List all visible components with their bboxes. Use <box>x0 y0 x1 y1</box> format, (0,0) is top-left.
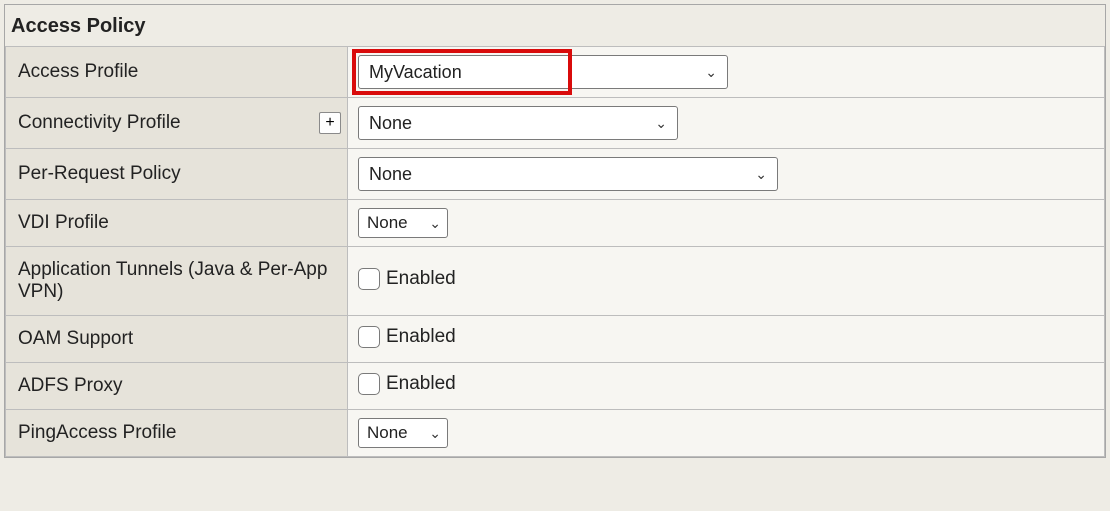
cell-oam: Enabled <box>348 316 1105 363</box>
access-profile-select[interactable]: MyVacation ⌄ <box>358 55 728 89</box>
pingaccess-value: None <box>367 423 408 443</box>
cell-app-tunnels: Enabled <box>348 247 1105 316</box>
add-connectivity-button[interactable]: + <box>319 112 341 134</box>
label-adfs: ADFS Proxy <box>6 363 348 410</box>
connectivity-profile-select[interactable]: None ⌄ <box>358 106 678 140</box>
app-tunnels-check-label: Enabled <box>386 268 456 290</box>
row-per-request-policy: Per-Request Policy None ⌄ <box>6 149 1105 200</box>
row-app-tunnels: Application Tunnels (Java & Per-App VPN)… <box>6 247 1105 316</box>
cell-per-request: None ⌄ <box>348 149 1105 200</box>
chevron-down-icon: ⌄ <box>429 425 441 442</box>
label-oam: OAM Support <box>6 316 348 363</box>
vdi-profile-value: None <box>367 213 408 233</box>
pingaccess-select[interactable]: None ⌄ <box>358 418 448 448</box>
oam-checkbox[interactable] <box>358 326 380 348</box>
row-oam-support: OAM Support Enabled <box>6 316 1105 363</box>
cell-connectivity: None ⌄ <box>348 98 1105 149</box>
cell-vdi: None ⌄ <box>348 200 1105 247</box>
oam-check-label: Enabled <box>386 326 456 348</box>
chevron-down-icon: ⌄ <box>755 166 767 183</box>
cell-pingaccess: None ⌄ <box>348 410 1105 457</box>
row-vdi-profile: VDI Profile None ⌄ <box>6 200 1105 247</box>
per-request-select[interactable]: None ⌄ <box>358 157 778 191</box>
chevron-down-icon: ⌄ <box>705 64 717 81</box>
settings-table: Access Profile MyVacation ⌄ Connectivity… <box>5 46 1105 457</box>
row-adfs-proxy: ADFS Proxy Enabled <box>6 363 1105 410</box>
per-request-value: None <box>369 164 412 185</box>
label-access-profile: Access Profile <box>6 47 348 98</box>
adfs-check-label: Enabled <box>386 373 456 395</box>
cell-adfs: Enabled <box>348 363 1105 410</box>
label-app-tunnels: Application Tunnels (Java & Per-App VPN) <box>6 247 348 316</box>
cell-access-profile: MyVacation ⌄ <box>348 47 1105 98</box>
panel-title: Access Policy <box>5 5 1105 46</box>
app-tunnels-checkbox[interactable] <box>358 268 380 290</box>
label-connectivity-profile: Connectivity Profile + <box>6 98 348 149</box>
row-access-profile: Access Profile MyVacation ⌄ <box>6 47 1105 98</box>
adfs-checkbox[interactable] <box>358 373 380 395</box>
chevron-down-icon: ⌄ <box>429 215 441 232</box>
row-pingaccess-profile: PingAccess Profile None ⌄ <box>6 410 1105 457</box>
label-vdi: VDI Profile <box>6 200 348 247</box>
label-connectivity-text: Connectivity Profile <box>18 112 181 133</box>
access-policy-panel: Access Policy Access Profile MyVacation … <box>4 4 1106 458</box>
access-profile-value: MyVacation <box>369 62 462 83</box>
label-per-request: Per-Request Policy <box>6 149 348 200</box>
connectivity-profile-value: None <box>369 113 412 134</box>
chevron-down-icon: ⌄ <box>655 115 667 132</box>
vdi-profile-select[interactable]: None ⌄ <box>358 208 448 238</box>
row-connectivity-profile: Connectivity Profile + None ⌄ <box>6 98 1105 149</box>
label-pingaccess: PingAccess Profile <box>6 410 348 457</box>
